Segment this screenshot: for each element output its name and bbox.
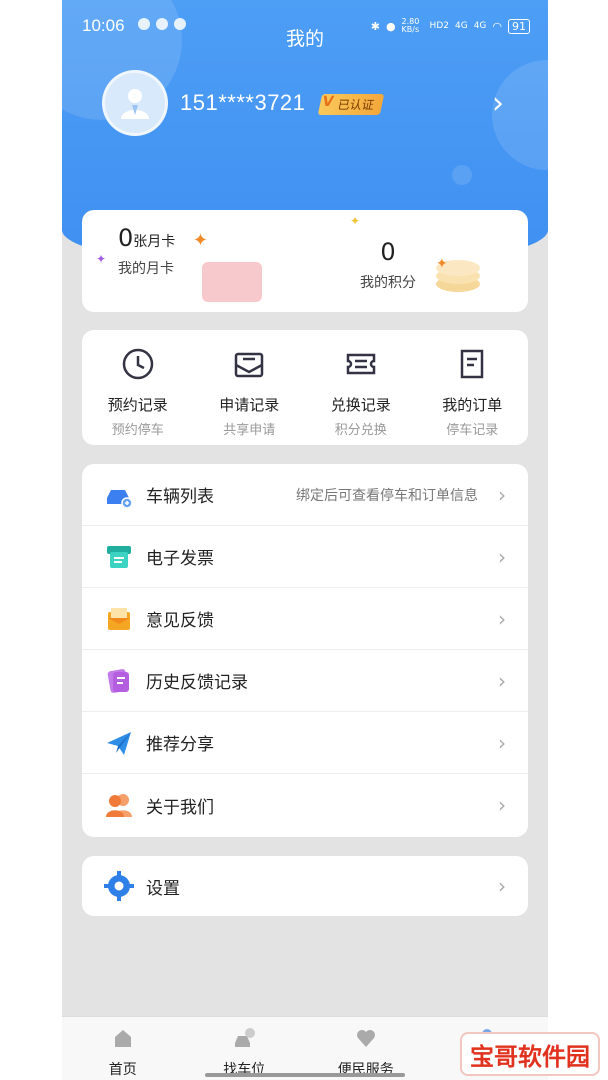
quick-action-exchange[interactable]: 兑换记录 积分兑换 — [305, 330, 417, 445]
quick-action-orders[interactable]: 我的订单 停车记录 — [417, 330, 529, 445]
settings-card: 设置 › — [82, 856, 528, 916]
menu-item-label: 推荐分享 — [146, 735, 214, 755]
feedback-icon — [108, 607, 130, 630]
month-card-label: 我的月卡 — [118, 261, 174, 277]
chevron-right-icon: › — [498, 544, 506, 569]
document-icon — [461, 349, 484, 379]
svg-text:✦: ✦ — [436, 256, 448, 272]
quick-action-title: 兑换记录 — [330, 396, 391, 414]
chevron-right-icon: › — [498, 793, 506, 817]
ticket-icon — [346, 353, 375, 375]
avatar[interactable] — [102, 70, 168, 136]
profile-arrow-icon[interactable]: › — [492, 86, 504, 121]
menu-item-about[interactable]: 关于我们 › — [82, 774, 528, 836]
chevron-right-icon: › — [498, 730, 506, 755]
menu-item-label: 关于我们 — [146, 797, 214, 818]
menu-item-invoice[interactable]: 电子发票 › — [82, 526, 528, 588]
menu-item-hint: 绑定后可查看停车和订单信息 — [296, 487, 478, 504]
quick-action-subtitle: 预约停车 — [111, 423, 164, 438]
menu-item-share[interactable]: 推荐分享 › — [82, 712, 528, 774]
envelope-icon — [235, 352, 264, 378]
settings-label: 设置 — [146, 878, 180, 899]
star-icon: ✦ — [192, 230, 209, 251]
tab-home[interactable]: 首页 — [62, 1017, 184, 1080]
quick-actions-card: 预约记录 预约停车 申请记录 共享申请 兑换记录 积分兑换 我的订单 停车记录 — [82, 330, 528, 445]
menu-item-label: 历史反馈记录 — [146, 673, 248, 693]
verified-label: 已认证 — [336, 98, 376, 112]
tab-label: 首页 — [108, 1062, 137, 1078]
points-value: 0 — [380, 238, 396, 266]
parking-icon — [235, 1028, 256, 1047]
menu-item-settings[interactable]: 设置 › — [82, 856, 528, 916]
menu-card: 车辆列表 绑定后可查看停车和订单信息 › 电子发票 › 意见反馈 › 历史反馈记… — [82, 464, 528, 837]
quick-action-subtitle: 积分兑换 — [334, 423, 387, 438]
paper-plane-icon — [107, 731, 131, 755]
watermark-logo: 宝哥软件园 — [460, 1032, 600, 1076]
month-card-icon — [202, 262, 262, 302]
page-title: 我的 — [285, 28, 324, 50]
menu-item-label: 车辆列表 — [146, 487, 214, 507]
people-icon — [106, 794, 132, 817]
history-icon — [107, 668, 129, 693]
points-section[interactable]: 0 我的积分 — [360, 238, 416, 292]
menu-item-label: 电子发票 — [146, 549, 214, 569]
verified-badge: V 已认证 — [317, 94, 385, 115]
quick-action-subtitle: 停车记录 — [446, 423, 499, 438]
points-label: 我的积分 — [360, 275, 416, 291]
car-icon — [107, 489, 133, 509]
summary-card: ✦ ✦ 0张月卡 ✦ 我的月卡 0 我的积分 ✦ — [82, 210, 528, 312]
month-card-count: 0 — [118, 224, 134, 252]
chevron-right-icon: › — [498, 874, 506, 898]
menu-item-vehicles[interactable]: 车辆列表 绑定后可查看停车和订单信息 › — [82, 464, 528, 526]
chevron-right-icon: › — [498, 668, 506, 693]
quick-action-application[interactable]: 申请记录 共享申请 — [194, 330, 306, 445]
month-card-unit: 张月卡 — [133, 234, 176, 250]
menu-item-label: 意见反馈 — [146, 611, 214, 631]
menu-item-feedback-history[interactable]: 历史反馈记录 › — [82, 650, 528, 712]
gear-icon — [104, 871, 134, 901]
home-icon — [114, 1030, 131, 1047]
quick-action-title: 申请记录 — [219, 396, 280, 414]
menu-item-feedback[interactable]: 意见反馈 › — [82, 588, 528, 650]
quick-action-title: 我的订单 — [442, 396, 503, 414]
tab-services[interactable]: 便民服务 — [305, 1017, 427, 1080]
phone-screen: 10:06 ✱ ● 2.80 KB/s HD2 4G 4G ◠ 91 我的 15… — [62, 0, 548, 1080]
quick-action-subtitle: 共享申请 — [223, 423, 276, 438]
service-icon — [356, 1030, 375, 1047]
chevron-right-icon: › — [498, 482, 506, 507]
invoice-icon — [107, 545, 131, 568]
quick-action-title: 预约记录 — [107, 396, 168, 414]
sparkle-icon: ✦ — [96, 252, 107, 266]
month-card-section[interactable]: 0张月卡 ✦ 我的月卡 — [118, 224, 208, 278]
tab-find-parking[interactable]: 找车位 — [184, 1017, 306, 1080]
home-indicator[interactable] — [205, 1073, 405, 1077]
user-phone[interactable]: 151****3721 — [180, 90, 305, 116]
user-icon — [121, 89, 149, 119]
chevron-right-icon: › — [498, 606, 506, 631]
coins-icon: ✦ — [436, 256, 480, 292]
verified-icon: V — [320, 94, 336, 110]
clock-icon — [122, 348, 153, 380]
quick-action-reservation[interactable]: 预约记录 预约停车 — [82, 330, 194, 445]
sparkle-icon: ✦ — [350, 214, 361, 228]
